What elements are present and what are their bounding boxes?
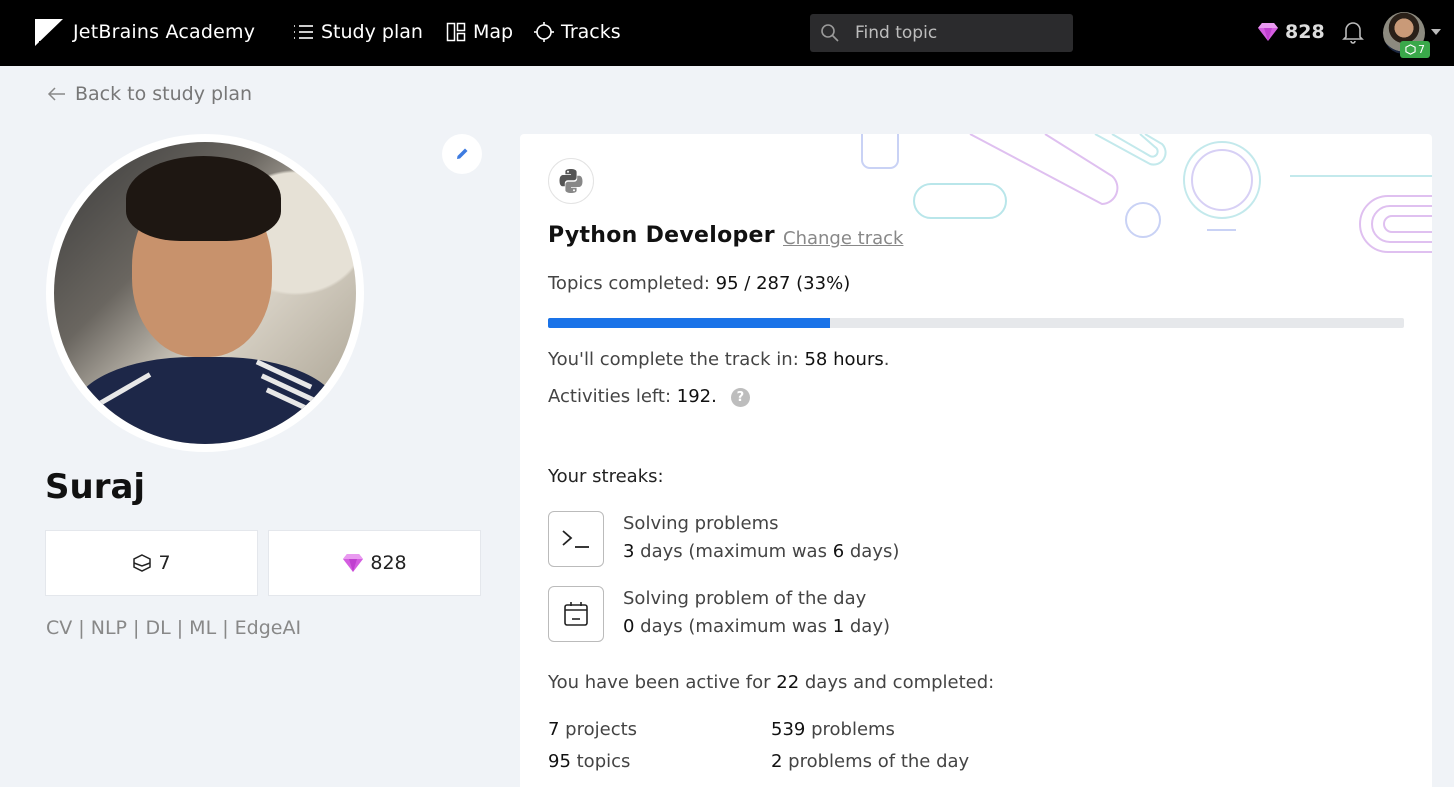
nav-study-plan-label: Study plan bbox=[321, 21, 423, 43]
level-badge-value: 7 bbox=[1418, 43, 1425, 56]
track-card: Python Developer Change track Topics com… bbox=[520, 134, 1432, 787]
streak-problem-of-day: Solving problem of the day 0 days (maxim… bbox=[623, 585, 890, 641]
total-problems: 539 problems bbox=[771, 719, 895, 740]
level-stat: 7 bbox=[45, 530, 258, 596]
total-projects: 7 projects bbox=[548, 719, 637, 740]
bell-icon[interactable] bbox=[1342, 20, 1364, 44]
streak-max: 1 bbox=[832, 616, 845, 637]
level-value: 7 bbox=[158, 552, 171, 574]
activity-suffix: days and completed: bbox=[799, 672, 995, 693]
streak-detail-end: days) bbox=[844, 541, 900, 562]
profile-bio: CV | NLP | DL | ML | EdgeAI bbox=[46, 617, 302, 639]
pencil-icon bbox=[457, 148, 468, 159]
activity-prefix: You have been active for bbox=[548, 672, 777, 693]
search-box[interactable] bbox=[810, 14, 1073, 52]
activities-left: Activities left: 192.? bbox=[548, 386, 750, 407]
decorative-pattern bbox=[861, 134, 1432, 253]
completion-estimate-suffix: . bbox=[883, 349, 890, 370]
streak-solving-problems: Solving problems 3 days (maximum was 6 d… bbox=[623, 510, 899, 566]
gems-count: 828 bbox=[1285, 21, 1325, 43]
search-icon bbox=[821, 24, 839, 42]
track-title: Python Developer bbox=[548, 223, 775, 248]
streak-detail-mid: days (maximum was bbox=[634, 541, 833, 562]
nav-study-plan[interactable]: Study plan bbox=[292, 21, 423, 43]
streak-title: Solving problems bbox=[623, 513, 779, 534]
track-progress-bar bbox=[548, 318, 1404, 328]
streak-current: 0 bbox=[623, 616, 635, 637]
brand-name[interactable]: JetBrains Academy bbox=[73, 21, 255, 43]
total-value: 95 bbox=[548, 751, 571, 772]
total-value: 7 bbox=[548, 719, 560, 740]
nav-tracks-label: Tracks bbox=[561, 21, 621, 43]
gems-stat: 828 bbox=[268, 530, 481, 596]
streak-title: Solving problem of the day bbox=[623, 588, 867, 609]
nav-map[interactable]: Map bbox=[446, 21, 513, 43]
topics-completed-value: 95 / 287 (33%) bbox=[715, 273, 851, 294]
nav-map-label: Map bbox=[473, 21, 514, 43]
streak-detail-end: day) bbox=[844, 616, 890, 637]
total-value: 539 bbox=[771, 719, 806, 740]
total-label: topics bbox=[570, 751, 631, 772]
streak-detail-mid: days (maximum was bbox=[634, 616, 833, 637]
total-problems-of-day: 2 problems of the day bbox=[771, 751, 969, 772]
level-hexagon-icon bbox=[1405, 44, 1416, 55]
streak-current: 3 bbox=[623, 541, 635, 562]
profile-name: Suraj bbox=[45, 467, 146, 507]
streak-detail: 0 days (maximum was 1 day) bbox=[623, 613, 890, 641]
gems-value: 828 bbox=[370, 552, 407, 574]
top-navbar: JetBrains Academy Study plan Map Tracks … bbox=[0, 0, 1454, 66]
search-input[interactable] bbox=[855, 21, 1065, 45]
terminal-icon bbox=[548, 511, 604, 567]
total-label: problems bbox=[805, 719, 895, 740]
gem-icon bbox=[1258, 23, 1278, 41]
python-logo-icon bbox=[548, 158, 594, 204]
back-to-study-plan-link[interactable]: Back to study plan bbox=[47, 83, 252, 105]
gems-counter[interactable]: 828 bbox=[1257, 21, 1325, 43]
total-label: projects bbox=[559, 719, 638, 740]
help-icon[interactable]: ? bbox=[730, 388, 750, 407]
total-label: problems of the day bbox=[782, 751, 970, 772]
streak-max: 6 bbox=[832, 541, 845, 562]
completion-estimate: You'll complete the track in: 58 hours. bbox=[548, 349, 889, 370]
topics-completed-label: Topics completed: bbox=[548, 273, 716, 294]
activities-left-value: 192. bbox=[676, 386, 717, 407]
total-topics: 95 topics bbox=[548, 751, 630, 772]
total-value: 2 bbox=[771, 751, 783, 772]
tracks-icon bbox=[534, 22, 554, 42]
list-icon bbox=[294, 25, 313, 39]
active-days: 22 bbox=[776, 672, 800, 693]
level-badge: 7 bbox=[1400, 41, 1430, 58]
edit-profile-button[interactable] bbox=[442, 134, 482, 174]
change-track-link[interactable]: Change track bbox=[783, 228, 903, 249]
calendar-icon bbox=[548, 586, 604, 642]
activities-left-label: Activities left: bbox=[548, 386, 677, 407]
completion-estimate-value: 58 hours bbox=[804, 349, 884, 370]
back-link-label: Back to study plan bbox=[75, 83, 253, 105]
nav-tracks[interactable]: Tracks bbox=[534, 21, 621, 43]
jetbrains-logo-icon[interactable] bbox=[35, 19, 63, 46]
track-progress-fill bbox=[548, 318, 831, 328]
gem-icon bbox=[343, 554, 364, 572]
topics-completed: Topics completed: 95 / 287 (33%) bbox=[548, 273, 850, 294]
streaks-heading: Your streaks: bbox=[548, 466, 664, 487]
map-icon bbox=[446, 22, 466, 42]
chevron-down-icon[interactable] bbox=[1431, 29, 1441, 35]
arrow-left-icon bbox=[47, 87, 65, 101]
streak-detail: 3 days (maximum was 6 days) bbox=[623, 538, 899, 566]
completion-estimate-label: You'll complete the track in: bbox=[548, 349, 805, 370]
level-hexagon-icon bbox=[133, 554, 152, 572]
activity-summary: You have been active for 22 days and com… bbox=[548, 672, 994, 693]
profile-photo bbox=[46, 134, 364, 452]
